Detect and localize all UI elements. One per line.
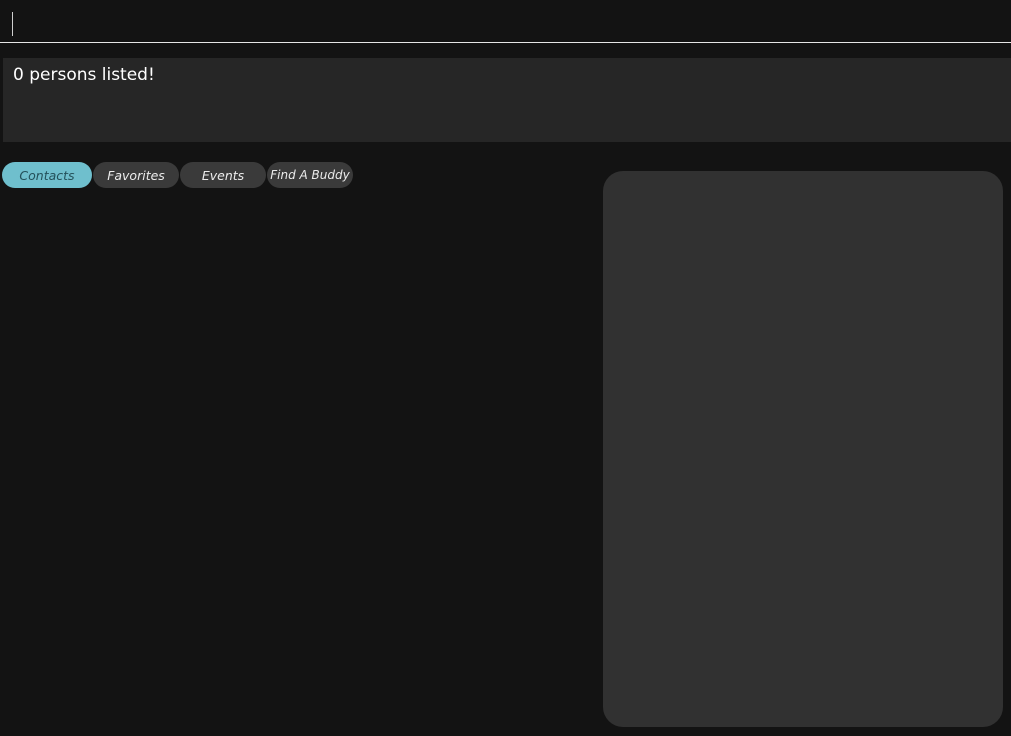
tab-contacts[interactable]: Contacts [2, 162, 92, 188]
tab-find-a-buddy[interactable]: Find A Buddy [267, 162, 353, 188]
contact-list-panel[interactable] [0, 190, 590, 736]
command-input[interactable] [4, 4, 1004, 38]
result-message: 0 persons listed! [13, 65, 155, 85]
tab-events[interactable]: Events [180, 162, 266, 188]
contact-detail-panel [603, 171, 1003, 727]
tab-favorites[interactable]: Favorites [93, 162, 179, 188]
command-box [0, 0, 1011, 43]
tab-bar: Contacts Favorites Events Find A Buddy [2, 162, 353, 188]
result-display: 0 persons listed! [3, 58, 1011, 142]
app-window: 0 persons listed! Contacts Favorites Eve… [0, 0, 1011, 736]
text-caret [12, 12, 13, 36]
